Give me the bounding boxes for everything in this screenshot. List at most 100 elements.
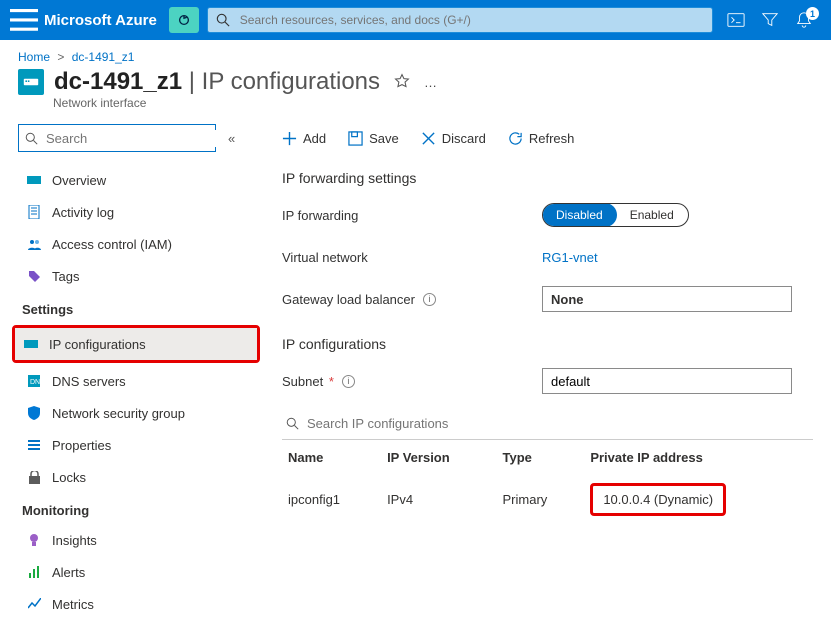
notification-badge: 1 [806,7,819,20]
highlight-private-ip: 10.0.0.4 (Dynamic) [590,483,726,516]
breadcrumb-home[interactable]: Home [18,50,50,64]
command-bar: Add Save Discard Refresh [282,124,813,152]
label-ip-forwarding: IP forwarding [282,208,542,223]
sidebar-item-label: Properties [52,438,111,453]
sidebar-item-label: Network security group [52,406,185,421]
ip-forwarding-toggle[interactable]: Disabled Enabled [542,203,689,227]
more-actions-button[interactable]: … [424,75,437,90]
sidebar-item-label: Overview [52,173,106,188]
cell-private: 10.0.0.4 (Dynamic) [584,473,813,526]
col-name[interactable]: Name [282,440,381,473]
menu-toggle-button[interactable] [10,9,38,31]
page-title: dc-1491_z1 | IP configurations [54,68,380,96]
sidebar-item-label: IP configurations [49,337,146,352]
shield-icon [24,406,44,420]
page-title-page: IP configurations [202,68,380,95]
alerts-icon [24,566,44,578]
label-subnet: Subnet * i [282,374,542,389]
breadcrumb-current[interactable]: dc-1491_z1 [72,50,135,64]
sidebar-item-alerts[interactable]: Alerts [18,556,254,588]
gateway-lb-value: None [551,292,584,307]
sidebar-item-label: Locks [52,470,86,485]
col-ipversion[interactable]: IP Version [381,440,496,473]
sidebar-item-properties[interactable]: Properties [18,429,254,461]
ipconfig-icon [21,339,41,349]
section-heading-ipconfig: IP configurations [282,336,813,352]
toggle-enabled[interactable]: Enabled [616,203,688,227]
ipconfig-filter-input[interactable] [305,415,809,432]
cell-type: Primary [497,473,585,526]
sidebar-item-metrics[interactable]: Metrics [18,588,254,620]
sidebar-item-tags[interactable]: Tags [18,260,254,292]
gateway-lb-dropdown[interactable]: None [542,286,792,312]
breadcrumb-separator: > [57,50,64,64]
main-content: Add Save Discard Refresh IP forwarding s… [254,124,813,620]
save-button[interactable]: Save [348,131,399,146]
page-title-row: dc-1491_z1 | IP configurations … [0,64,831,96]
svg-text:DNS: DNS [30,379,40,386]
breadcrumb: Home > dc-1491_z1 [0,40,831,64]
col-type[interactable]: Type [497,440,585,473]
search-icon [25,132,38,145]
collapse-sidebar-button[interactable]: « [228,131,235,146]
toggle-disabled[interactable]: Disabled [542,203,617,227]
sidebar-item-label: Insights [52,533,97,548]
cell-name: ipconfig1 [282,473,381,526]
sidebar-item-locks[interactable]: Locks [18,461,254,493]
ipconfig-filter[interactable] [282,408,813,440]
side-search[interactable] [18,124,216,152]
sidebar-item-dns[interactable]: DNS DNS servers [18,365,254,397]
filter-icon [286,417,299,430]
discard-label: Discard [442,131,486,146]
sidebar-item-activity-log[interactable]: Activity log [18,196,254,228]
ipconfig-table: Name IP Version Type Private IP address … [282,440,813,526]
header-right-icons: 1 [719,11,821,29]
subnet-input[interactable] [542,368,792,394]
properties-icon [24,439,44,451]
save-label: Save [369,131,399,146]
col-private[interactable]: Private IP address [584,440,813,473]
sidebar-item-label: Tags [52,269,79,284]
sidebar-section-monitoring: Monitoring [18,493,254,524]
sidebar-item-nsg[interactable]: Network security group [18,397,254,429]
refresh-button[interactable]: Refresh [508,131,575,146]
log-icon [24,205,44,219]
add-button[interactable]: Add [282,131,326,146]
virtual-network-link[interactable]: RG1-vnet [542,250,598,265]
sidebar-item-ip-configurations[interactable]: IP configurations [15,328,257,360]
section-heading-forwarding: IP forwarding settings [282,170,813,186]
sidebar-item-insights[interactable]: Insights [18,524,254,556]
sidebar-item-iam[interactable]: Access control (IAM) [18,228,254,260]
metrics-icon [24,598,44,610]
sidebar-item-overview[interactable]: Overview [18,164,254,196]
info-icon[interactable]: i [342,375,355,388]
sidebar-item-label: Access control (IAM) [52,237,172,252]
left-nav: « Overview Activity log Access control (… [18,124,254,620]
lock-icon [24,471,44,484]
page-title-resource: dc-1491_z1 [54,68,182,95]
sidebar-item-label: DNS servers [52,374,126,389]
label-gateway-lb: Gateway load balancer i [282,292,542,307]
filter-icon[interactable] [753,11,787,29]
table-row[interactable]: ipconfig1 IPv4 Primary 10.0.0.4 (Dynamic… [282,473,813,526]
discard-button[interactable]: Discard [421,131,486,146]
nic-icon [24,174,44,186]
tag-icon [24,270,44,283]
cloud-shell-button[interactable] [719,11,753,29]
copilot-button[interactable] [169,7,199,33]
sidebar-item-label: Activity log [52,205,114,220]
bulb-icon [24,533,44,547]
side-search-input[interactable] [44,130,224,147]
info-icon[interactable]: i [423,293,436,306]
refresh-label: Refresh [529,131,575,146]
add-label: Add [303,131,326,146]
global-search[interactable] [207,7,713,33]
cell-ipversion: IPv4 [381,473,496,526]
notifications-button[interactable]: 1 [787,11,821,29]
sidebar-item-label: Alerts [52,565,85,580]
table-header-row: Name IP Version Type Private IP address [282,440,813,473]
favorite-button[interactable] [394,73,410,92]
global-search-input[interactable] [238,12,704,28]
sidebar-section-settings: Settings [18,292,254,323]
dns-icon: DNS [24,375,44,387]
